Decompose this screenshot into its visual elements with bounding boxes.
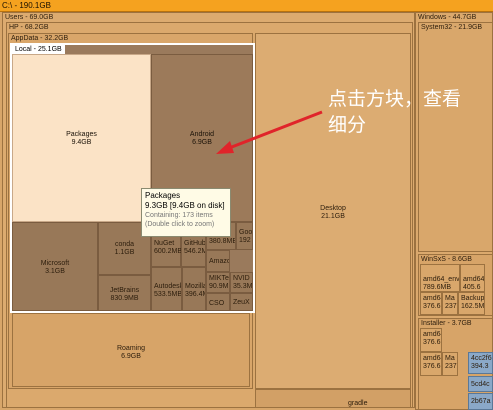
tooltip-hint: (Double click to zoom)	[145, 221, 215, 228]
w-backup-size: 162.5M	[461, 303, 485, 310]
folder-microsoft[interactable]: Microsoft 3.1GB	[12, 222, 98, 311]
tooltip-title: Packages	[145, 191, 181, 200]
item-5cd4c[interactable]: 5cd4c	[468, 376, 493, 392]
w-amd64-e-size: 376.6	[423, 363, 441, 370]
nvid-size: 35.3M	[233, 283, 253, 290]
w-amd64-d-size: 376.6	[423, 339, 441, 346]
item-amd64-b[interactable]: amd64 405.6	[460, 264, 485, 292]
folder-bottom-strip[interactable]: gradle	[255, 389, 411, 408]
system32-label: System32 - 21.9GB	[421, 24, 483, 31]
folder-cso[interactable]: CSO	[206, 293, 230, 311]
folder-packages[interactable]: Packages 9.4GB	[12, 54, 151, 222]
folder-roaming[interactable]: Roaming 6.9GB	[12, 313, 250, 387]
w-amd64-c-size: 376.6	[423, 303, 441, 310]
folder-nvid[interactable]: NVID 35.3M	[230, 272, 253, 293]
cso-name: CSO	[209, 300, 225, 307]
folder-jetbrains[interactable]: JetBrains 830.9MB	[98, 275, 151, 311]
item-amd64-c[interactable]: amd64 376.6	[420, 292, 442, 315]
folder-goo[interactable]: Goo 192	[236, 222, 253, 250]
hp-label: HP - 68.2GB	[9, 24, 49, 31]
conda-size: 1.1GB	[114, 249, 135, 256]
w-ma2-size: 237	[445, 363, 457, 370]
w-ma-size: 237	[445, 303, 457, 310]
item-ma2[interactable]: Ma 237	[442, 352, 458, 376]
w-2b67a-name: 2b67a	[471, 398, 491, 405]
local-label: Local - 25.1GB	[12, 45, 65, 54]
roaming-size: 6.9GB	[121, 353, 141, 360]
item-amd64-env[interactable]: amd64_env 789.6MB	[420, 264, 460, 292]
w-amd64-env-size: 789.6MB	[423, 284, 452, 291]
item-4cc2f6[interactable]: 4cc2f6 394.3	[468, 352, 493, 374]
jetbrains-size: 830.9MB	[110, 295, 139, 302]
folder-mikte[interactable]: MIKTe 90.9M	[206, 272, 230, 293]
item-backup[interactable]: Backup 162.5M	[458, 292, 485, 315]
tooltip-size: 9.3GB [9.4GB on disk]	[145, 201, 225, 210]
autodesk-size: 533.5MB	[154, 291, 182, 298]
amazon-name: Amazo	[209, 258, 230, 265]
w-5cd4c-name: 5cd4c	[471, 381, 490, 388]
annotation-arrow-icon	[216, 110, 323, 154]
zeux-name: ZeuX	[233, 299, 250, 306]
folder-mozilla[interactable]: Mozilla 396.4M	[182, 267, 206, 311]
folder-amazon[interactable]: Amazo	[206, 250, 230, 272]
users-label: Users - 69.0GB	[5, 14, 54, 21]
microsoft-size: 3.1GB	[45, 268, 65, 275]
annotation-line1: 点击方块，查看	[328, 88, 462, 110]
nuget-size: 600.2MB	[154, 248, 183, 255]
w-4cc2f6-size: 394.3	[471, 363, 489, 370]
annotation-line2: 细分	[328, 114, 367, 136]
w-amd64-b-size: 405.6	[463, 284, 481, 291]
windows-label: Windows - 44.7GB	[418, 14, 477, 21]
item-2b67a[interactable]: 2b67a	[468, 393, 493, 410]
winsxs-label: WinSxS - 8.6GB	[421, 256, 472, 263]
packages-size: 9.4GB	[71, 139, 92, 146]
mozilla-size: 396.4M	[185, 291, 205, 298]
cell-380-size: 380.8MB	[209, 238, 236, 245]
folder-autodesk[interactable]: Autodesk 533.5MB	[151, 267, 182, 311]
folder-zeux[interactable]: ZeuX	[230, 293, 253, 311]
appdata-label: AppData - 32.2GB	[11, 35, 69, 42]
item-amd64-e[interactable]: amd64 376.6	[420, 352, 442, 376]
installer-label: Installer - 3.7GB	[421, 320, 472, 327]
goo-size: 192	[239, 237, 251, 244]
tooltip: Packages 9.3GB [9.4GB on disk] Containin…	[141, 188, 231, 237]
item-amd64-d[interactable]: amd64 376.6	[420, 328, 442, 352]
item-ma[interactable]: Ma 237	[442, 292, 458, 315]
gradle-label: gradle	[348, 400, 368, 407]
annotation-text: 点击方块，查看 细分	[328, 86, 493, 138]
desktop-size: 21.1GB	[321, 213, 345, 220]
mikt-size: 90.9M	[209, 283, 229, 290]
tooltip-containing: Containing: 173 items	[145, 212, 213, 219]
root-header[interactable]: C:\ - 190.1GB	[0, 0, 493, 12]
github-size: 546.2M	[184, 248, 206, 255]
root-label: C:\ - 190.1GB	[2, 1, 51, 10]
